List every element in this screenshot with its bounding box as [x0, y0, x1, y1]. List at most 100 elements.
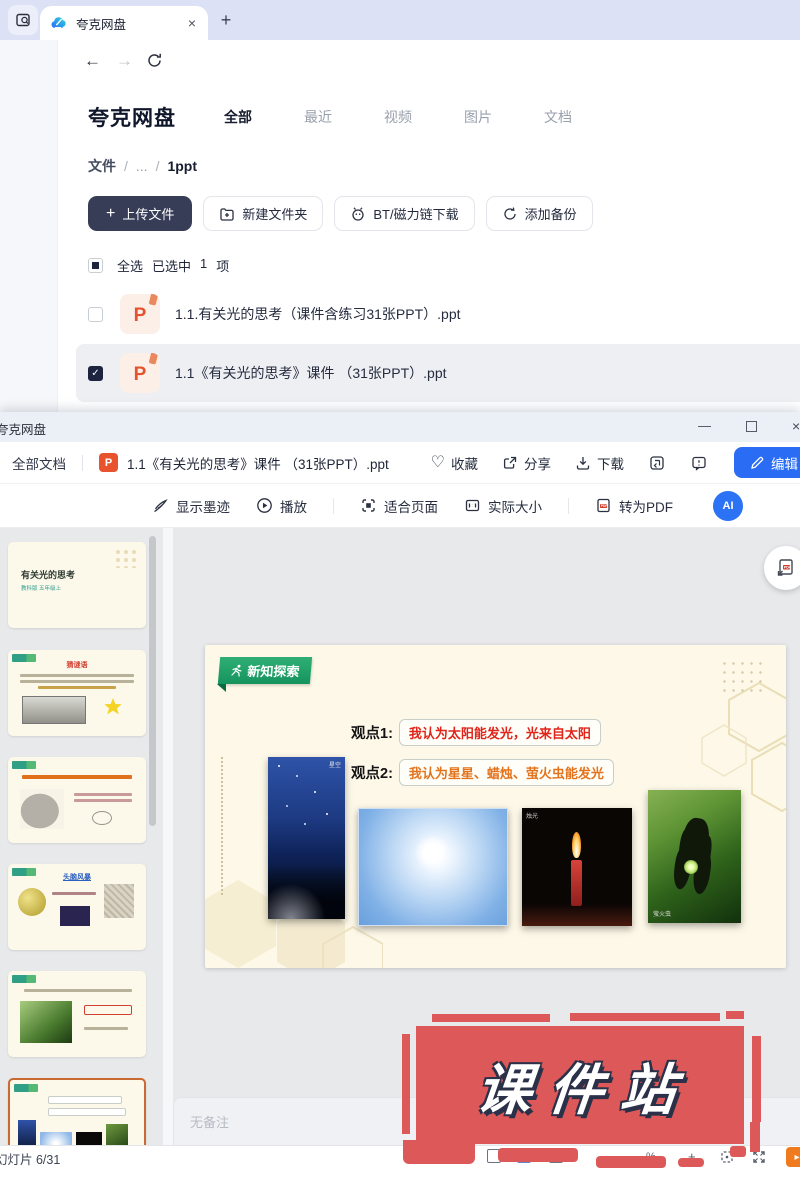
stars-decoration — [278, 765, 280, 767]
grid-view-icon[interactable] — [549, 1149, 563, 1163]
single-view-icon[interactable] — [487, 1149, 501, 1163]
fit-page-label: 适合页面 — [384, 496, 438, 516]
point-2-label: 观点2: — [351, 762, 393, 783]
select-all-checkbox[interactable] — [88, 258, 103, 273]
window-title: 夸克网盘 — [0, 419, 46, 438]
thumb-badge — [12, 761, 36, 769]
show-ink-label: 显示墨迹 — [176, 496, 230, 516]
bt-download-button[interactable]: BT/磁力链下载 — [334, 196, 474, 231]
tab-video[interactable]: 视频 — [384, 107, 412, 127]
file-row[interactable]: P 1.1.有关光的思考（课件含练习31张PPT）.ppt — [76, 288, 800, 340]
save-to-drive-button[interactable] — [648, 454, 666, 472]
breadcrumb: 文件 / ... / 1ppt — [88, 156, 197, 176]
new-tab-button[interactable]: + — [214, 8, 238, 32]
actual-size-button[interactable]: 实际大小 — [464, 496, 542, 516]
page-title: 夸克网盘 — [88, 102, 176, 132]
plus-icon: + — [106, 205, 115, 223]
window-titlebar[interactable]: 夸克网盘 — × — [0, 412, 800, 442]
download-icon — [575, 455, 591, 471]
thumb-cat-image — [20, 789, 64, 829]
candle-image-label: 烛光 — [526, 811, 538, 820]
maximize-button[interactable] — [746, 421, 757, 432]
favorite-label: 收藏 — [451, 453, 478, 473]
ppt-fold-decoration — [149, 353, 159, 365]
pdf-convert-fab[interactable]: PDF — [764, 546, 800, 590]
share-button[interactable]: 分享 — [502, 453, 551, 473]
slide-thumbnail-4[interactable]: 头脑风暴 — [8, 864, 146, 950]
point-2-row: 观点2: 我认为星星、蜡烛、萤火虫能发光 — [351, 759, 614, 786]
thumb-text-line — [24, 989, 132, 992]
tab-close-icon[interactable]: × — [186, 15, 198, 31]
zoom-out-button[interactable]: − — [606, 1149, 614, 1164]
feedback-button[interactable] — [690, 454, 708, 472]
point-1-text: 我认为太阳能发光，光来自太阳 — [399, 719, 601, 746]
file-manager-page: 夸克网盘 全部 最近 视频 图片 文档 文件 / ... / 1ppt + 上传… — [0, 82, 800, 412]
edit-button[interactable]: 编辑 — [734, 447, 800, 478]
favorite-button[interactable]: ♡ 收藏 — [431, 453, 478, 473]
show-ink-button[interactable]: 显示墨迹 — [152, 496, 230, 516]
sidebar-scrollbar[interactable] — [149, 536, 156, 826]
slide-thumbnail-2[interactable]: 猜谜语 — [8, 650, 146, 736]
ai-assistant-button[interactable]: AI — [713, 491, 743, 521]
thumb-leaves-image — [20, 1001, 72, 1043]
magnet-link-icon — [350, 206, 366, 222]
file-checkbox-checked[interactable]: ✓ — [88, 366, 103, 381]
save-to-drive-icon — [648, 454, 666, 472]
thumb-point1-box — [48, 1096, 122, 1104]
tab-doc[interactable]: 文档 — [544, 107, 572, 127]
thumb-badge — [14, 1084, 38, 1092]
fit-screen-icon — [720, 1150, 734, 1164]
forward-button[interactable]: → — [116, 51, 133, 71]
download-button[interactable]: 下载 — [575, 453, 624, 473]
bt-download-label: BT/磁力链下载 — [373, 204, 458, 223]
breadcrumb-root[interactable]: 文件 — [88, 156, 116, 176]
fit-page-button[interactable]: 适合页面 — [360, 496, 438, 516]
slide-thumbnail-6-selected[interactable] — [8, 1078, 146, 1145]
page-header: 夸克网盘 全部 最近 视频 图片 文档 — [88, 102, 572, 132]
add-backup-button[interactable]: 添加备份 — [486, 196, 593, 231]
notes-panel[interactable]: 无备注 — [173, 1097, 800, 1145]
breadcrumb-ellipsis[interactable]: ... — [136, 158, 148, 174]
point-2-text: 我认为星星、蜡烛、萤火虫能发光 — [399, 759, 614, 786]
play-label: 播放 — [280, 496, 307, 516]
slide-thumbnail-5[interactable] — [8, 971, 146, 1057]
tab-all[interactable]: 全部 — [224, 107, 252, 127]
breadcrumb-separator: / — [124, 158, 128, 174]
tab-recent[interactable]: 最近 — [304, 107, 332, 127]
fullscreen-button[interactable] — [752, 1150, 766, 1164]
new-folder-button[interactable]: 新建文件夹 — [203, 196, 323, 231]
ppt-letter: P — [134, 305, 147, 327]
slide-thumbnail-3[interactable] — [8, 757, 146, 843]
zoom-in-button[interactable]: + — [688, 1149, 696, 1164]
helper-widget[interactable]: ▸ — [786, 1147, 800, 1167]
back-button[interactable]: ← — [84, 51, 101, 71]
close-button[interactable]: × — [792, 418, 800, 434]
upload-button[interactable]: + 上传文件 — [88, 196, 192, 231]
browser-menu-button[interactable] — [8, 5, 38, 35]
all-docs-link[interactable]: 全部文档 — [12, 453, 66, 473]
slide-thumbnail-1[interactable]: 有关光的思考 教科版 五年级上 — [8, 542, 146, 628]
candle-body-decoration — [571, 860, 582, 906]
fit-screen-button[interactable] — [720, 1150, 734, 1164]
heart-icon: ♡ — [431, 456, 445, 470]
tab-image[interactable]: 图片 — [464, 107, 492, 127]
refresh-button[interactable] — [146, 52, 163, 69]
dotted-line-decoration — [221, 757, 223, 895]
pencil-icon — [750, 456, 764, 470]
play-button[interactable]: 播放 — [256, 496, 307, 516]
file-row-selected[interactable]: ✓ P 1.1《有关光的思考》课件 （31张PPT）.ppt — [76, 344, 800, 402]
file-name[interactable]: 1.1.有关光的思考（课件含练习31张PPT）.ppt — [175, 304, 461, 324]
ppt-letter: P — [134, 364, 147, 386]
file-checkbox[interactable] — [88, 307, 103, 322]
file-name[interactable]: 1.1《有关光的思考》课件 （31张PPT）.ppt — [175, 363, 447, 383]
pdf-fab-icon: PDF — [775, 557, 797, 579]
ppt-file-icon: P — [120, 353, 160, 393]
minimize-button[interactable]: — — [698, 418, 711, 433]
actual-size-label: 实际大小 — [488, 496, 542, 516]
quark-logo-icon — [50, 14, 68, 32]
browser-tab[interactable]: 夸克网盘 × — [40, 6, 208, 40]
pdf-icon: PDF — [595, 497, 612, 514]
to-pdf-button[interactable]: PDF 转为PDF — [595, 496, 673, 516]
notes-view-icon[interactable] — [517, 1149, 531, 1163]
flame-decoration — [572, 832, 581, 858]
